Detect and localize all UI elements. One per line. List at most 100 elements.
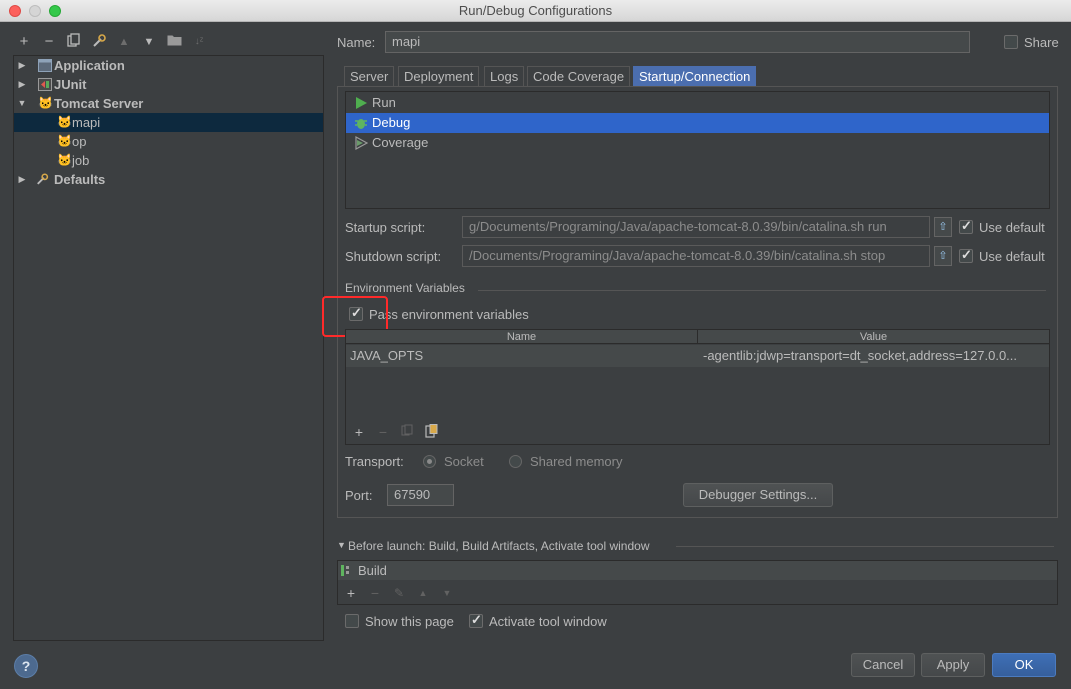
shutdown-script-input[interactable]: /Documents/Programing/Java/apache-tomcat… xyxy=(462,245,930,267)
add-env-icon[interactable]: + xyxy=(351,424,367,440)
tomcat-icon: 🐱 xyxy=(57,134,72,148)
port-input[interactable]: 67590 xyxy=(387,484,454,506)
remove-task-icon[interactable]: − xyxy=(367,585,383,601)
tab-startup-connection[interactable]: Startup/Connection xyxy=(633,66,757,87)
copy-env-icon[interactable] xyxy=(399,424,415,440)
expanded-arrow-icon[interactable]: ▼ xyxy=(17,94,27,113)
env-col-value[interactable]: Value xyxy=(698,330,1049,344)
env-section-title: Environment Variables xyxy=(345,281,465,295)
tree-item-label: Defaults xyxy=(54,172,106,187)
port-label: Port: xyxy=(345,488,373,503)
shared-memory-label: Shared memory xyxy=(530,454,623,469)
ok-button[interactable]: OK xyxy=(992,653,1056,677)
sort-icon[interactable]: ↓ᶻ xyxy=(190,33,208,51)
startup-use-default-checkbox[interactable] xyxy=(959,218,973,234)
shutdown-use-default-label: Use default xyxy=(979,249,1045,264)
tree-item-mapi[interactable]: 🐱 mapi xyxy=(14,113,323,132)
tree-item-label: JUnit xyxy=(54,77,87,92)
socket-radio[interactable] xyxy=(423,455,436,468)
defaults-wrench-icon xyxy=(37,173,49,185)
remove-configuration-icon[interactable]: − xyxy=(40,33,58,51)
env-col-name[interactable]: Name xyxy=(346,330,698,344)
tree-item-op[interactable]: 🐱 op xyxy=(14,132,323,151)
add-configuration-icon[interactable]: + xyxy=(15,33,33,51)
shared-memory-radio[interactable] xyxy=(509,455,522,468)
remove-env-icon[interactable]: − xyxy=(375,424,391,440)
name-label: Name: xyxy=(337,35,376,50)
transport-label: Transport: xyxy=(345,454,404,469)
move-down-icon[interactable]: ▼ xyxy=(140,33,158,51)
before-launch-separator xyxy=(676,546,1054,547)
table-row[interactable]: JAVA_OPTS -agentlib:jdwp=transport=dt_so… xyxy=(346,345,1049,367)
tomcat-icon: 🐱 xyxy=(57,153,72,167)
title-bar: Run/Debug Configurations xyxy=(0,0,1071,22)
tree-item-junit[interactable]: ▶ JUnit xyxy=(14,75,323,94)
window-title: Run/Debug Configurations xyxy=(458,3,613,18)
tree-item-label: mapi xyxy=(72,115,101,130)
zoom-window-button[interactable] xyxy=(49,5,61,17)
share-checkbox[interactable] xyxy=(1004,35,1018,49)
tab-server[interactable]: Server xyxy=(344,66,395,87)
folder-icon[interactable] xyxy=(165,33,183,51)
tree-item-tomcat-server[interactable]: ▼ 🐱 Tomcat Server xyxy=(14,94,323,113)
show-page-label: Show this page xyxy=(365,614,454,629)
run-icon xyxy=(356,97,367,109)
edit-defaults-icon[interactable] xyxy=(90,33,108,51)
move-task-down-icon[interactable]: ▼ xyxy=(439,585,455,601)
help-button[interactable]: ? xyxy=(14,654,38,678)
mode-list: Run Debug Coverage xyxy=(345,91,1050,209)
tree-item-job[interactable]: 🐱 job xyxy=(14,151,323,170)
startup-browse-icon[interactable]: ⇧ xyxy=(934,217,952,237)
env-table: Name Value JAVA_OPTS -agentlib:jdwp=tran… xyxy=(345,329,1050,445)
show-page-checkbox[interactable] xyxy=(345,614,359,628)
startup-script-input[interactable]: g/Documents/Programing/Java/apache-tomca… xyxy=(462,216,930,238)
mode-label: Debug xyxy=(372,115,411,130)
tree-item-label: job xyxy=(72,153,90,168)
pass-env-label: Pass environment variables xyxy=(369,307,529,322)
activate-tool-window-checkbox[interactable] xyxy=(469,612,483,628)
coverage-icon xyxy=(355,136,368,150)
tab-code-coverage[interactable]: Code Coverage xyxy=(527,66,631,87)
mode-coverage[interactable]: Coverage xyxy=(346,133,1049,153)
configuration-tree: ▶ Application ▶ JUnit ▼ 🐱 Tomcat Server … xyxy=(13,55,324,641)
application-icon xyxy=(38,59,52,72)
mode-debug[interactable]: Debug xyxy=(346,113,1049,133)
activate-tool-window-label: Activate tool window xyxy=(489,614,607,629)
close-window-button[interactable] xyxy=(9,5,21,17)
debug-bug-icon xyxy=(355,119,367,129)
move-task-up-icon[interactable]: ▲ xyxy=(415,585,431,601)
tab-logs[interactable]: Logs xyxy=(484,66,525,87)
shutdown-browse-icon[interactable]: ⇧ xyxy=(934,246,952,266)
minimize-window-button[interactable] xyxy=(29,5,41,17)
add-task-icon[interactable]: + xyxy=(343,585,359,601)
debugger-settings-button[interactable]: Debugger Settings... xyxy=(683,483,833,507)
startup-script-label: Startup script: xyxy=(345,220,426,235)
env-row-value: -agentlib:jdwp=transport=dt_socket,addre… xyxy=(703,348,1018,363)
edit-task-icon[interactable]: ✎ xyxy=(391,585,407,601)
name-input[interactable]: mapi xyxy=(385,31,970,53)
before-launch-collapse-icon[interactable]: ▼ xyxy=(337,540,346,550)
tree-item-label: op xyxy=(72,134,87,149)
shutdown-use-default-checkbox[interactable] xyxy=(959,247,973,263)
tree-item-application[interactable]: ▶ Application xyxy=(14,56,323,75)
tomcat-icon: 🐱 xyxy=(57,115,72,129)
collapsed-arrow-icon[interactable]: ▶ xyxy=(17,75,27,94)
mode-label: Run xyxy=(372,95,396,110)
cancel-button[interactable]: Cancel xyxy=(851,653,915,677)
collapsed-arrow-icon[interactable]: ▶ xyxy=(17,170,27,189)
build-icon xyxy=(341,565,349,576)
copy-configuration-icon[interactable] xyxy=(65,33,83,51)
tree-item-defaults[interactable]: ▶ Defaults xyxy=(14,170,323,189)
mode-run[interactable]: Run xyxy=(346,93,1049,113)
tab-deployment[interactable]: Deployment xyxy=(398,66,480,87)
list-item[interactable]: Build xyxy=(338,561,1057,580)
env-row-name: JAVA_OPTS xyxy=(350,348,424,363)
tree-item-label: Application xyxy=(54,58,125,73)
move-up-icon[interactable]: ▲ xyxy=(115,33,133,51)
collapsed-arrow-icon[interactable]: ▶ xyxy=(17,56,27,75)
apply-button[interactable]: Apply xyxy=(921,653,985,677)
junit-icon xyxy=(38,78,52,91)
tomcat-icon: 🐱 xyxy=(38,96,53,110)
startup-use-default-label: Use default xyxy=(979,220,1045,235)
paste-env-icon[interactable] xyxy=(423,424,439,440)
